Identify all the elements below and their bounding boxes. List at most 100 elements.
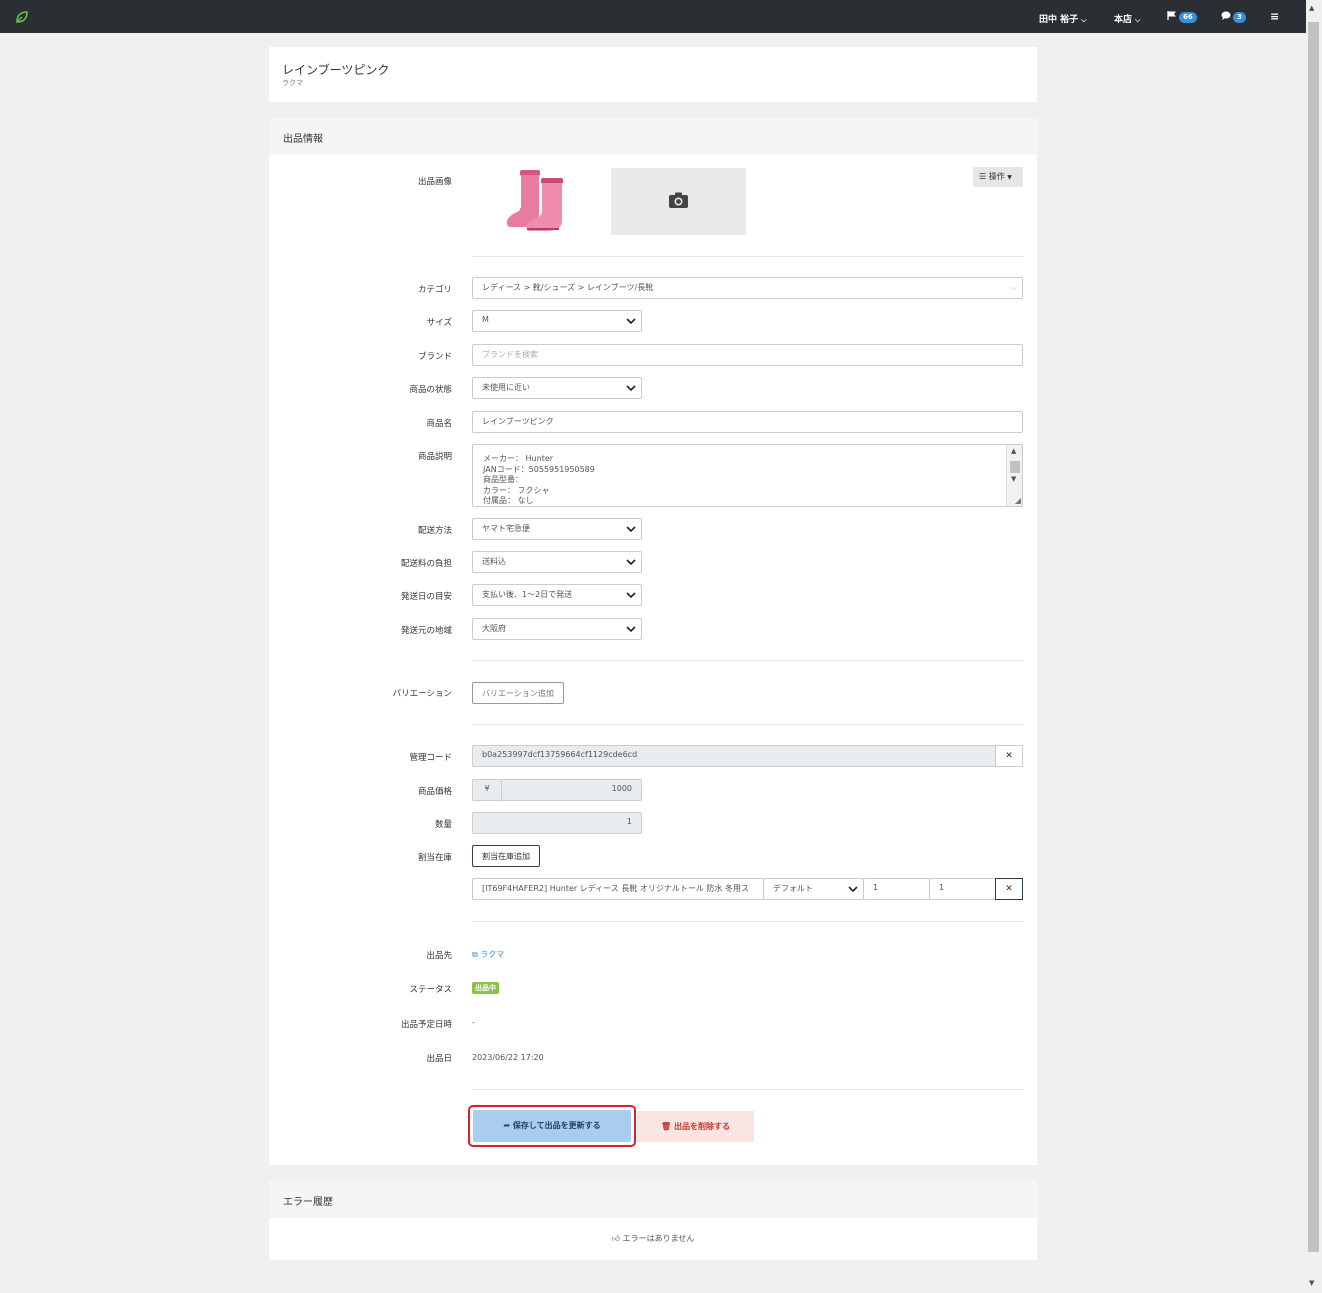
shipping-fee-select[interactable]: 送料込 bbox=[472, 551, 642, 573]
condition-select[interactable]: 未使用に近い bbox=[472, 377, 642, 399]
currency-addon: ¥ bbox=[472, 779, 502, 801]
shipping-fee-label: 配送料の負担 bbox=[400, 559, 452, 569]
shipping-method-label: 配送方法 bbox=[417, 526, 452, 536]
category-value: レディース > 靴/シューズ > レインブーツ/長靴 bbox=[482, 283, 654, 292]
scheduled-label: 出品予定日時 bbox=[400, 1020, 452, 1030]
divider bbox=[472, 921, 1023, 922]
add-stock-button[interactable]: 割当在庫追加 bbox=[472, 845, 540, 867]
size-select[interactable]: M bbox=[472, 310, 642, 332]
chevron-down-icon: ⌵ bbox=[1081, 16, 1087, 24]
scrollbar-thumb[interactable] bbox=[1308, 22, 1319, 1252]
page-subtitle: ラクマ bbox=[282, 79, 303, 87]
no-errors-text: エラーはありません bbox=[622, 1234, 695, 1243]
product-name-label: 商品名 bbox=[426, 419, 452, 429]
ship-days-select[interactable]: 支払い後、1〜2日で発送 bbox=[472, 584, 642, 606]
scroll-up-icon[interactable]: ▲ bbox=[1309, 4, 1314, 12]
chevron-down-icon bbox=[626, 559, 636, 566]
product-name-input[interactable]: レインブーツピンク bbox=[472, 411, 1023, 433]
chevron-down-icon bbox=[626, 626, 636, 633]
price-label: 商品価格 bbox=[417, 787, 452, 797]
camera-icon bbox=[669, 192, 688, 208]
listed-date-value: 2023/06/22 17:20 bbox=[472, 1053, 544, 1062]
scroll-up-icon[interactable]: ▲ bbox=[1011, 446, 1016, 457]
size-value: M bbox=[482, 315, 489, 324]
flag-count-badge: 66 bbox=[1179, 12, 1197, 23]
quantity-input[interactable]: 1 bbox=[472, 812, 642, 834]
listing-form-panel: 出品情報 出品画像 ☰ 操作 ▼ カテゴリ レディース > 靴/シューズ > レ… bbox=[269, 118, 1037, 1165]
description-textarea[interactable]: メーカー： Hunter JANコード：5055951950589 商品型番： … bbox=[472, 444, 1023, 507]
quantity-label: 数量 bbox=[434, 820, 452, 830]
warehouse-select[interactable]: デフォルト bbox=[763, 878, 864, 900]
user-menu[interactable]: 田中 裕子 ⌵ bbox=[1039, 12, 1086, 25]
brand-search-input[interactable]: ブランドを検索 bbox=[472, 344, 1023, 366]
shipping-method-value: ヤマト宅急便 bbox=[482, 524, 530, 533]
chevron-down-icon bbox=[626, 318, 636, 325]
no-errors-message: 👍︎ エラーはありません bbox=[269, 1233, 1037, 1244]
list-icon: ☰ bbox=[979, 172, 987, 181]
page-title: レインブーツピンク bbox=[282, 63, 390, 77]
description-line: 付属品： なし bbox=[483, 496, 534, 505]
scroll-down-icon[interactable]: ▼ bbox=[1309, 1279, 1314, 1287]
scroll-down-icon[interactable]: ▼ bbox=[1011, 474, 1016, 485]
error-history-panel: エラー履歴 👍︎ エラーはありません bbox=[269, 1181, 1037, 1260]
delete-listing-button[interactable]: 🗑 出品を削除する bbox=[637, 1111, 754, 1142]
image-label: 出品画像 bbox=[417, 177, 452, 187]
save-highlight: ➦ 保存して出品を更新する bbox=[468, 1105, 636, 1147]
external-link-icon: ⧉ bbox=[472, 950, 478, 959]
stock-qty-input[interactable]: 1 bbox=[863, 878, 930, 900]
operations-label: 操作 bbox=[988, 172, 1005, 181]
description-line: カラー： フクシャ bbox=[483, 485, 550, 495]
size-label: サイズ bbox=[426, 318, 452, 328]
add-photo-box[interactable] bbox=[611, 168, 746, 235]
remove-stock-icon[interactable]: ✕ bbox=[995, 878, 1023, 900]
messages-button[interactable]: 3 bbox=[1221, 11, 1246, 23]
notifications-button[interactable]: 66 bbox=[1167, 11, 1197, 23]
status-badge: 出品中 bbox=[472, 982, 499, 994]
destination-link-text: ラクマ bbox=[480, 950, 505, 959]
leaf-logo-icon[interactable] bbox=[14, 9, 30, 25]
delete-button-label: 出品を削除する bbox=[673, 1122, 730, 1131]
flag-icon bbox=[1167, 11, 1176, 20]
clear-code-icon[interactable]: ✕ bbox=[995, 745, 1023, 767]
condition-label: 商品の状態 bbox=[409, 385, 452, 395]
store-menu[interactable]: 本店 ⌵ bbox=[1114, 12, 1140, 25]
stock-item-input[interactable]: [IT69F4HAFER2] Hunter レディース 長靴 オリジナルトール … bbox=[472, 878, 764, 900]
category-select[interactable]: レディース > 靴/シューズ > レインブーツ/長靴 ⌵ bbox=[472, 277, 1023, 299]
textarea-scrollbar[interactable]: ▲ ▼ ◢ bbox=[1006, 445, 1022, 506]
form-body: 出品画像 ☰ 操作 ▼ カテゴリ レディース > 靴/シューズ > レインブーツ… bbox=[269, 155, 1037, 1165]
stock-alloc-input[interactable]: 1 bbox=[929, 878, 996, 900]
code-label: 管理コード bbox=[409, 753, 452, 763]
description-line: 商品型番： bbox=[483, 475, 523, 484]
save-update-button[interactable]: ➦ 保存して出品を更新する bbox=[473, 1110, 631, 1142]
chevron-down-icon bbox=[626, 526, 636, 533]
divider bbox=[472, 724, 1023, 725]
ship-from-select[interactable]: 大阪府 bbox=[472, 618, 642, 640]
top-navbar: 田中 裕子 ⌵ 本店 ⌵ 66 3 ≡ bbox=[0, 0, 1306, 33]
add-variation-button[interactable]: バリエーション追加 bbox=[472, 682, 564, 704]
hamburger-menu-icon[interactable]: ≡ bbox=[1270, 10, 1279, 23]
message-count-badge: 3 bbox=[1233, 12, 1246, 23]
scheduled-value: - bbox=[472, 1018, 475, 1027]
destination-label: 出品先 bbox=[426, 951, 452, 961]
shipping-fee-value: 送料込 bbox=[482, 557, 506, 566]
caret-down-icon: ▼ bbox=[1007, 174, 1012, 181]
shipping-method-select[interactable]: ヤマト宅急便 bbox=[472, 518, 642, 540]
trash-icon: 🗑 bbox=[661, 1122, 672, 1131]
divider bbox=[472, 660, 1023, 661]
boots-photo[interactable] bbox=[501, 167, 574, 237]
description-line: JANコード：5055951950589 bbox=[483, 464, 595, 474]
description-line: メーカー： Hunter bbox=[483, 454, 554, 463]
price-input[interactable]: 1000 bbox=[501, 779, 642, 801]
operations-dropdown-button[interactable]: ☰ 操作 ▼ bbox=[973, 167, 1023, 187]
user-name: 田中 裕子 bbox=[1039, 15, 1079, 25]
divider bbox=[472, 256, 1023, 257]
store-name: 本店 bbox=[1114, 15, 1133, 25]
chevron-down-icon bbox=[626, 592, 636, 599]
management-code-input[interactable]: b0a253997dcf13759664cf1129cde6cd bbox=[472, 745, 996, 767]
ship-days-value: 支払い後、1〜2日で発送 bbox=[482, 590, 573, 599]
chevron-down-icon bbox=[848, 886, 858, 893]
destination-link[interactable]: ⧉ ラクマ bbox=[472, 949, 504, 960]
textarea-scroll-thumb[interactable] bbox=[1010, 461, 1020, 473]
resize-handle-icon[interactable]: ◢ bbox=[1015, 496, 1021, 507]
page-scrollbar[interactable]: ▲ ▼ bbox=[1306, 0, 1322, 1293]
